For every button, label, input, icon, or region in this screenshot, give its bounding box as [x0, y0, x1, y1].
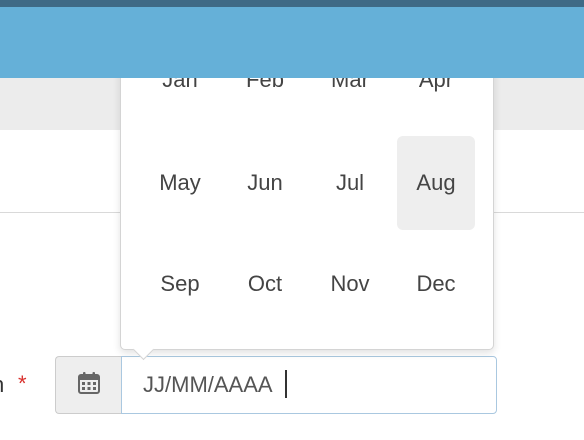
month-may[interactable]: May — [141, 136, 219, 230]
month-dec[interactable]: Dec — [397, 237, 475, 331]
month-sep[interactable]: Sep — [141, 237, 219, 331]
month-aug[interactable]: Aug — [397, 136, 475, 230]
month-oct[interactable]: Oct — [226, 237, 304, 331]
header-bar — [0, 7, 584, 78]
required-marker: * — [18, 371, 27, 396]
text-cursor — [285, 370, 287, 398]
calendar-icon — [77, 371, 101, 400]
date-input[interactable] — [121, 356, 497, 414]
month-jul[interactable]: Jul — [311, 136, 389, 230]
month-picker: Jan Feb Mar Apr May Jun Jul Aug Sep Oct … — [120, 40, 494, 350]
calendar-addon-button[interactable] — [55, 356, 121, 414]
field-label: n — [0, 371, 4, 399]
month-jun[interactable]: Jun — [226, 136, 304, 230]
month-nov[interactable]: Nov — [311, 237, 389, 331]
top-border — [0, 0, 584, 7]
